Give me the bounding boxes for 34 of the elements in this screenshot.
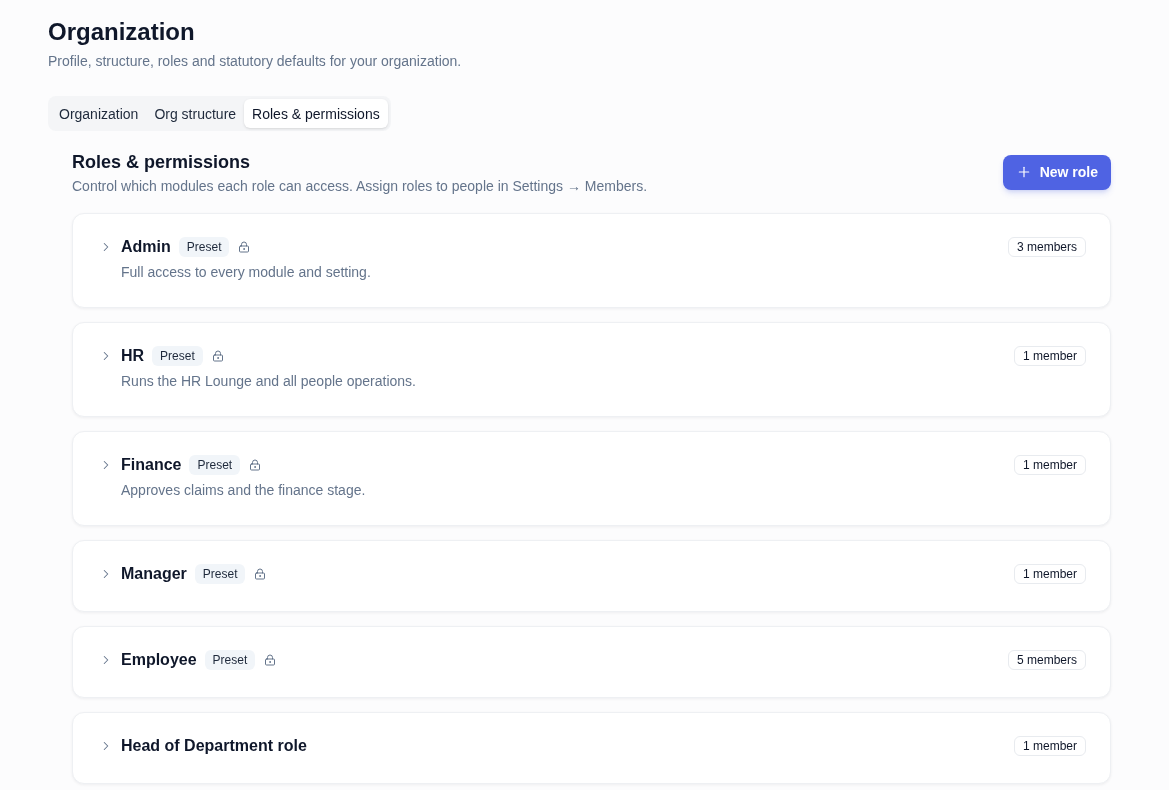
role-card[interactable]: Employee Preset 5 members	[72, 626, 1111, 698]
new-role-button[interactable]: New role	[1002, 154, 1111, 190]
preset-badge: Preset	[194, 564, 246, 584]
preset-badge: Preset	[178, 237, 230, 257]
page-subtitle: Profile, structure, roles and statutory defaults for your organization.	[48, 52, 462, 71]
role-name: Admin	[121, 237, 171, 257]
role-card[interactable]: Finance Preset 1 member Approves claims and the finance stage.	[72, 431, 1111, 526]
preset-badge: Preset	[204, 650, 256, 670]
role-description: Approves claims and the finance stage.	[121, 481, 366, 500]
role-description: Runs the HR Lounge and all people operations.	[121, 372, 416, 391]
role-card[interactable]: Admin Preset 3 members Full access to every module and setting.	[72, 213, 1111, 308]
member-count-badge: 1 member	[1013, 346, 1086, 366]
role-name: Head of Department role	[121, 736, 307, 756]
member-count-badge: 1 member	[1013, 736, 1086, 756]
role-card[interactable]: HR Preset 1 member Runs the HR Lounge and all people operations.	[72, 322, 1111, 417]
tab[interactable]: Org structure	[146, 99, 245, 128]
role-name: HR	[121, 346, 145, 366]
role-card[interactable]: Manager Preset 1 member	[72, 540, 1111, 612]
role-card[interactable]: Head of Department role 1 member	[72, 712, 1111, 784]
preset-badge: Preset	[152, 346, 203, 366]
member-count-badge: 1 member	[1013, 564, 1086, 584]
role-description: Full access to every module and setting.	[121, 263, 371, 282]
member-count-badge: 5 members	[1007, 650, 1086, 670]
role-name: Manager	[121, 564, 187, 584]
tab[interactable]: Organization	[51, 99, 147, 128]
page-title: Organization	[48, 17, 195, 47]
section-description: Control which modules each role can access. Assign roles to people in Settings → Members.	[72, 177, 648, 196]
role-name: Employee	[121, 650, 197, 670]
role-name: Finance	[121, 455, 182, 475]
section-title: Roles & permissions	[72, 151, 251, 174]
tab[interactable]: Roles & permissions	[244, 99, 388, 128]
member-count-badge: 1 member	[1013, 455, 1086, 475]
preset-badge: Preset	[189, 455, 241, 475]
member-count-badge: 3 members	[1007, 237, 1086, 257]
